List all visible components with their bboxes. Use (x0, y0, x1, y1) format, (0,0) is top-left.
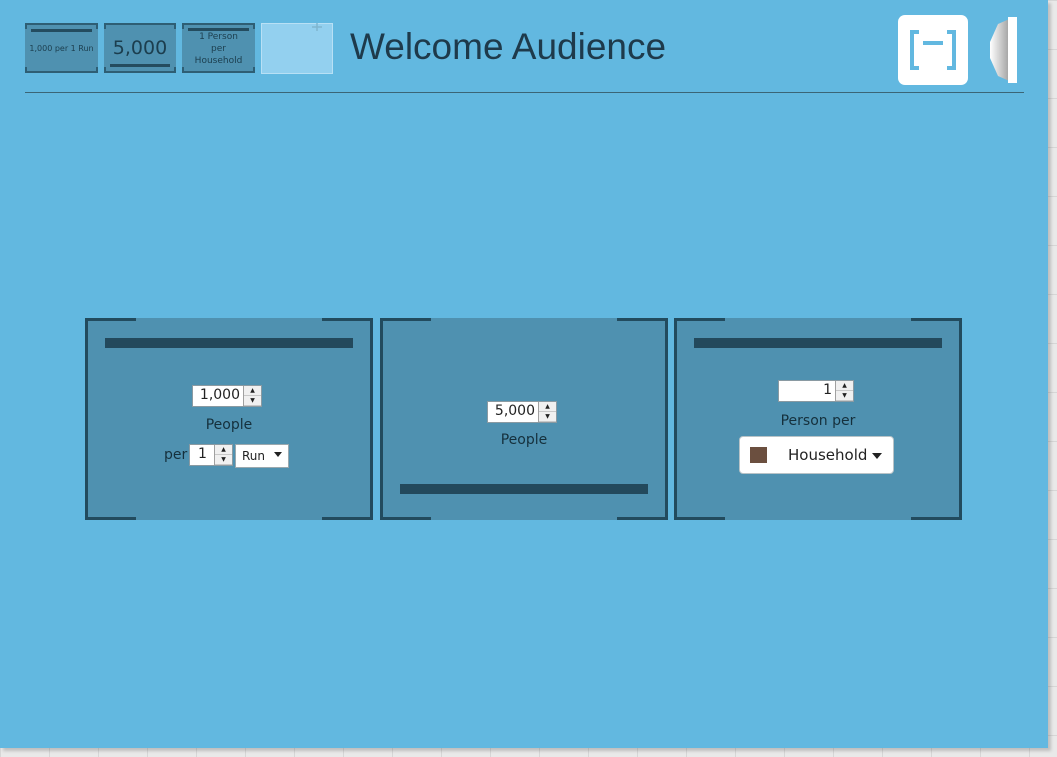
per-count-stepper[interactable]: 1 ▲ ▼ (189, 444, 233, 466)
thumbnail-label: 1 Person per Household (194, 32, 243, 66)
corner (911, 517, 959, 520)
app-window: 1,000 per 1 Run 5,000 1 Person per House… (0, 0, 1048, 748)
thumbnail-bar (110, 64, 170, 67)
people-count-stepper[interactable]: 1,000 ▲ ▼ (192, 385, 262, 407)
down-arrow-icon[interactable]: ▼ (244, 396, 261, 406)
stepper-value: 1,000 (199, 387, 240, 403)
stepper-arrows[interactable]: ▲ ▼ (243, 386, 261, 406)
down-arrow-icon[interactable]: ▼ (539, 412, 556, 422)
people-label: People (205, 417, 253, 433)
card-household: 1 ▲ ▼ Person per (674, 318, 962, 520)
thumbnail-household[interactable]: 1 Person per Household (182, 23, 255, 73)
stepper-value: 1 (198, 446, 207, 462)
total-people-stepper[interactable]: 5,000 ▲ ▼ (487, 401, 557, 423)
corner (677, 318, 725, 321)
person-per-label: Person per (780, 413, 856, 429)
unit-select[interactable]: Run (235, 444, 289, 468)
people-label: People (500, 432, 548, 448)
thumbnail-bar (31, 29, 92, 32)
chevron-down-icon (274, 452, 282, 457)
corner (322, 318, 370, 321)
stepper-value: 1 (823, 382, 832, 398)
corner (322, 517, 370, 520)
card-top-bar (105, 338, 353, 348)
thumbnail-label: 1,000 per 1 Run (29, 43, 94, 53)
thumbnail-label: 5,000 (112, 37, 168, 59)
side-panel-tab-icon (990, 17, 1017, 83)
thumbnail-bar (188, 28, 249, 31)
corner (617, 517, 665, 520)
up-arrow-icon[interactable]: ▲ (244, 386, 261, 396)
down-arrow-icon[interactable]: ▼ (836, 391, 853, 401)
household-swatch-icon (750, 447, 767, 463)
chevron-down-icon (872, 453, 882, 459)
bracket-minus-icon (910, 30, 956, 70)
person-count-stepper[interactable]: 1 ▲ ▼ (778, 380, 854, 402)
card-rate: 1,000 ▲ ▼ People per 1 ▲ ▼ Run (85, 318, 373, 520)
per-label: per (164, 447, 188, 463)
thumbnail-total[interactable]: 5,000 (104, 23, 176, 73)
corner (383, 517, 431, 520)
stepper-arrows[interactable]: ▲ ▼ (214, 445, 232, 465)
plus-icon (312, 23, 322, 31)
stepper-arrows[interactable]: ▲ ▼ (835, 381, 853, 401)
card-top-bar (694, 338, 942, 348)
corner (88, 318, 136, 321)
household-dropdown[interactable]: Household (739, 436, 894, 474)
corner (617, 318, 665, 321)
new-thumbnail-button[interactable] (261, 23, 333, 74)
corner (383, 318, 431, 321)
select-value: Run (242, 449, 266, 463)
thumbnail-rate[interactable]: 1,000 per 1 Run (25, 23, 98, 73)
side-panel-tab[interactable] (988, 16, 1018, 84)
down-arrow-icon[interactable]: ▼ (215, 455, 232, 465)
stepper-arrows[interactable]: ▲ ▼ (538, 402, 556, 422)
control-button[interactable] (898, 15, 968, 85)
corner (677, 517, 725, 520)
corner (88, 517, 136, 520)
up-arrow-icon[interactable]: ▲ (215, 445, 232, 455)
dropdown-value: Household (788, 446, 868, 464)
corner (911, 318, 959, 321)
up-arrow-icon[interactable]: ▲ (836, 381, 853, 391)
card-total: 5,000 ▲ ▼ People (380, 318, 668, 520)
header-divider (25, 92, 1024, 93)
page-title: Welcome Audience (350, 26, 667, 67)
stepper-value: 5,000 (494, 403, 535, 419)
up-arrow-icon[interactable]: ▲ (539, 402, 556, 412)
card-bottom-bar (400, 484, 648, 494)
